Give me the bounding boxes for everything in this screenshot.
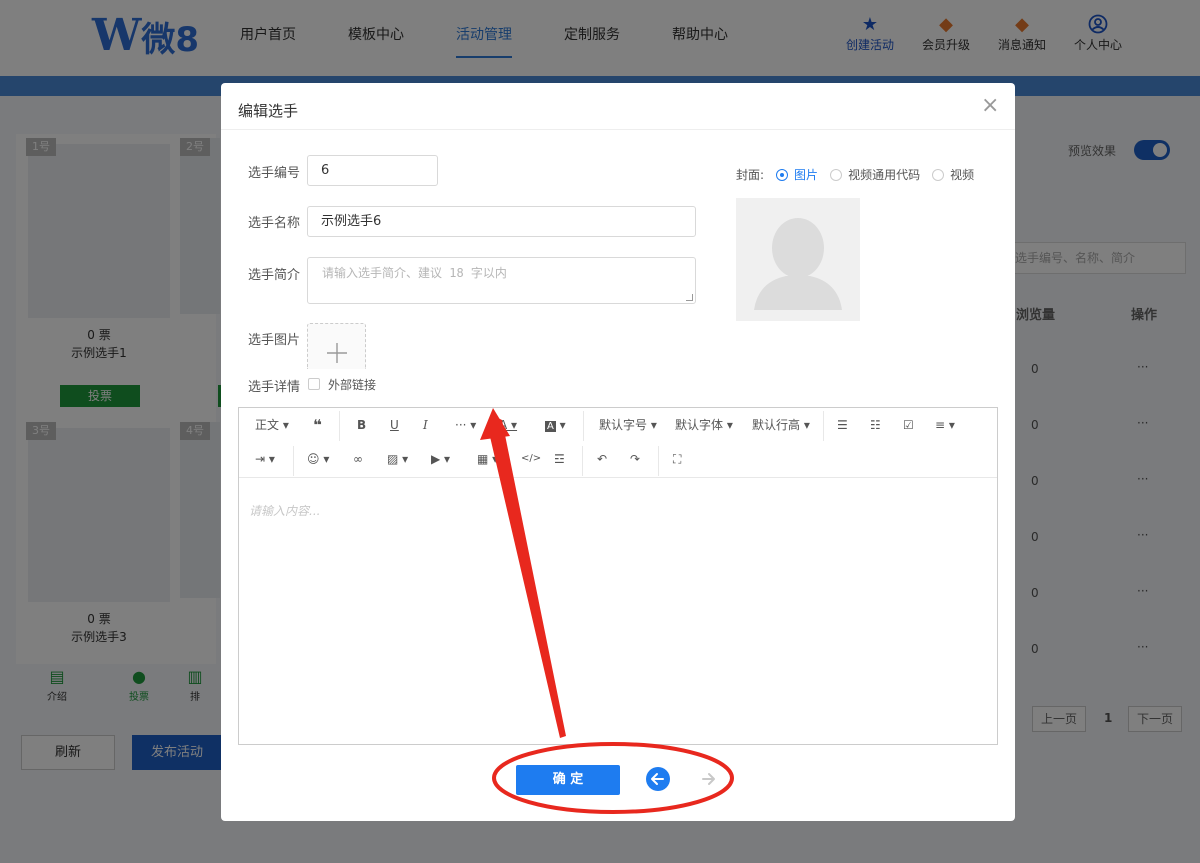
external-link-checkbox[interactable] bbox=[308, 378, 320, 390]
toolbar-separator bbox=[582, 446, 583, 476]
bullet-list-icon[interactable]: ☰ bbox=[837, 416, 848, 434]
edit-contestant-dialog: 编辑选手 × 选手编号 6 选手名称 示例选手6 选手简介 请输入选手简介、建议… bbox=[221, 83, 1015, 821]
resize-handle[interactable] bbox=[686, 294, 693, 301]
editor-content-area[interactable]: 请输入内容... bbox=[249, 502, 320, 519]
cover-label: 封面: bbox=[736, 168, 765, 182]
name-label: 选手名称 bbox=[248, 216, 301, 231]
cover-video-code-label[interactable]: 视频通用代码 bbox=[848, 166, 920, 183]
toolbar-separator bbox=[658, 446, 659, 476]
font-color-icon[interactable]: A ▾ bbox=[499, 416, 517, 434]
underline-icon[interactable]: U bbox=[390, 416, 399, 434]
editor-toolbar: 正文 ▾ ❝ B U I ··· ▾ A ▾ A ▾ 默认字号 ▾ 默认字体 ▾… bbox=[239, 408, 997, 478]
divider-icon[interactable]: ☲ bbox=[554, 450, 565, 468]
toolbar-separator bbox=[823, 411, 824, 441]
image-label: 选手图片 bbox=[248, 333, 301, 348]
intro-placeholder: 请输入选手简介、建议 18 字以内 bbox=[322, 266, 507, 280]
undo-icon[interactable]: ↶ bbox=[597, 450, 607, 468]
line-height-dropdown[interactable]: 默认行高 ▾ bbox=[752, 416, 810, 434]
plus-icon bbox=[326, 343, 347, 363]
bold-icon[interactable]: B bbox=[357, 416, 366, 434]
font-size-label: 默认字号 bbox=[599, 418, 648, 432]
previous-contestant-button[interactable] bbox=[646, 767, 670, 791]
arrow-left-icon bbox=[651, 773, 664, 785]
font-family-label: 默认字体 bbox=[675, 418, 724, 432]
intro-label: 选手简介 bbox=[248, 268, 301, 283]
rich-text-editor: 正文 ▾ ❝ B U I ··· ▾ A ▾ A ▾ 默认字号 ▾ 默认字体 ▾… bbox=[238, 407, 998, 745]
align-icon[interactable]: ≡ ▾ bbox=[935, 416, 955, 434]
dialog-divider bbox=[221, 129, 1015, 130]
cover-video-code-radio[interactable] bbox=[830, 168, 843, 181]
more-format-icon[interactable]: ··· ▾ bbox=[455, 416, 476, 434]
toolbar-separator bbox=[583, 411, 584, 441]
name-input[interactable]: 示例选手6 bbox=[307, 206, 696, 237]
cover-image-radio[interactable] bbox=[776, 168, 789, 181]
line-height-label: 默认行高 bbox=[752, 418, 801, 432]
table-icon[interactable]: ▦ ▾ bbox=[477, 450, 498, 468]
numbered-list-icon[interactable]: ☷ bbox=[870, 416, 881, 434]
detail-label: 选手详情 bbox=[248, 380, 301, 395]
fullscreen-icon[interactable]: ⛶ bbox=[673, 450, 681, 468]
number-label: 选手编号 bbox=[248, 166, 301, 181]
close-icon[interactable]: × bbox=[981, 93, 999, 118]
cover-type-group: 封面: 图片 视频通用代码 视频 bbox=[736, 166, 978, 183]
quote-icon[interactable]: ❝ bbox=[313, 416, 322, 434]
upload-image-button[interactable] bbox=[307, 323, 366, 369]
next-contestant-button[interactable] bbox=[696, 767, 720, 791]
person-silhouette-icon bbox=[754, 218, 842, 310]
dialog-title: 编辑选手 bbox=[238, 102, 299, 120]
number-input[interactable]: 6 bbox=[307, 155, 438, 186]
redo-icon[interactable]: ↷ bbox=[630, 450, 640, 468]
font-size-dropdown[interactable]: 默认字号 ▾ bbox=[599, 416, 657, 434]
checklist-icon[interactable]: ☑ bbox=[903, 416, 914, 434]
arrow-right-icon bbox=[702, 773, 715, 785]
toolbar-separator bbox=[293, 446, 294, 476]
toolbar-separator bbox=[339, 411, 340, 441]
code-icon[interactable]: </> bbox=[521, 450, 541, 468]
external-link-label: 外部链接 bbox=[328, 378, 377, 392]
cover-video-radio[interactable] bbox=[932, 168, 945, 181]
paragraph-style-dropdown[interactable]: 正文 ▾ bbox=[255, 416, 289, 434]
background-color-icon[interactable]: A ▾ bbox=[545, 416, 566, 436]
italic-icon[interactable]: I bbox=[423, 416, 428, 434]
emoji-icon[interactable]: ☺ ▾ bbox=[307, 450, 329, 468]
intro-textarea[interactable]: 请输入选手简介、建议 18 字以内 bbox=[307, 257, 696, 304]
font-family-dropdown[interactable]: 默认字体 ▾ bbox=[675, 416, 733, 434]
cover-image-label[interactable]: 图片 bbox=[794, 166, 818, 183]
confirm-button[interactable]: 确 定 bbox=[516, 765, 620, 795]
paragraph-style-label: 正文 bbox=[255, 418, 280, 432]
cover-image-preview[interactable] bbox=[736, 198, 860, 321]
image-icon[interactable]: ▨ ▾ bbox=[387, 450, 408, 468]
video-icon[interactable]: ▶ ▾ bbox=[431, 450, 450, 468]
link-icon[interactable]: ∞ bbox=[353, 450, 363, 468]
cover-video-label[interactable]: 视频 bbox=[950, 166, 974, 183]
indent-icon[interactable]: ⇥ ▾ bbox=[255, 450, 275, 468]
